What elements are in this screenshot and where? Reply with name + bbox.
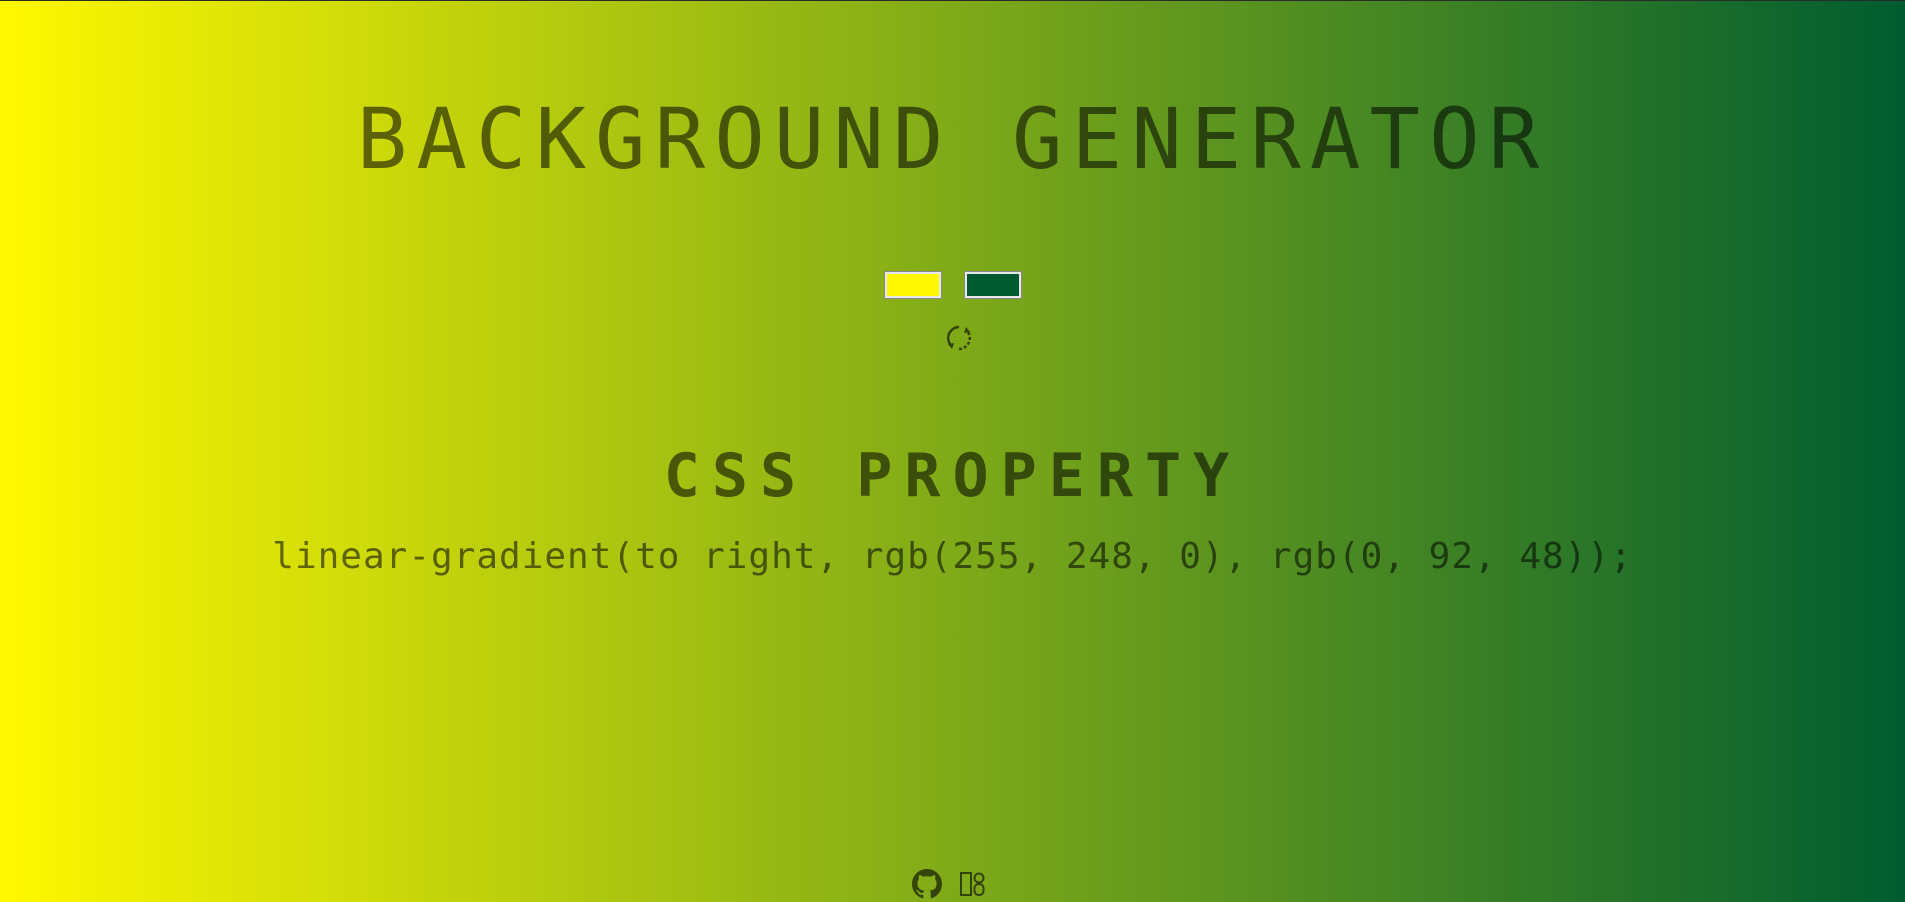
color-pickers — [0, 271, 1905, 299]
github-icon — [912, 869, 942, 899]
section-title: CSS PROPERTY — [663, 441, 1242, 511]
refresh-icon — [947, 325, 971, 351]
portfolio-link[interactable] — [958, 869, 988, 899]
css-output-text: linear-gradient(to right, rgb(255, 248, … — [272, 536, 1633, 577]
random-button[interactable] — [944, 323, 974, 353]
footer — [912, 869, 988, 899]
portfolio-icon — [960, 872, 985, 896]
color-picker-1[interactable] — [883, 271, 942, 299]
page-title: BACKGROUND GENERATOR — [356, 90, 1549, 188]
github-link[interactable] — [912, 869, 942, 899]
color-picker-2[interactable] — [963, 271, 1022, 299]
